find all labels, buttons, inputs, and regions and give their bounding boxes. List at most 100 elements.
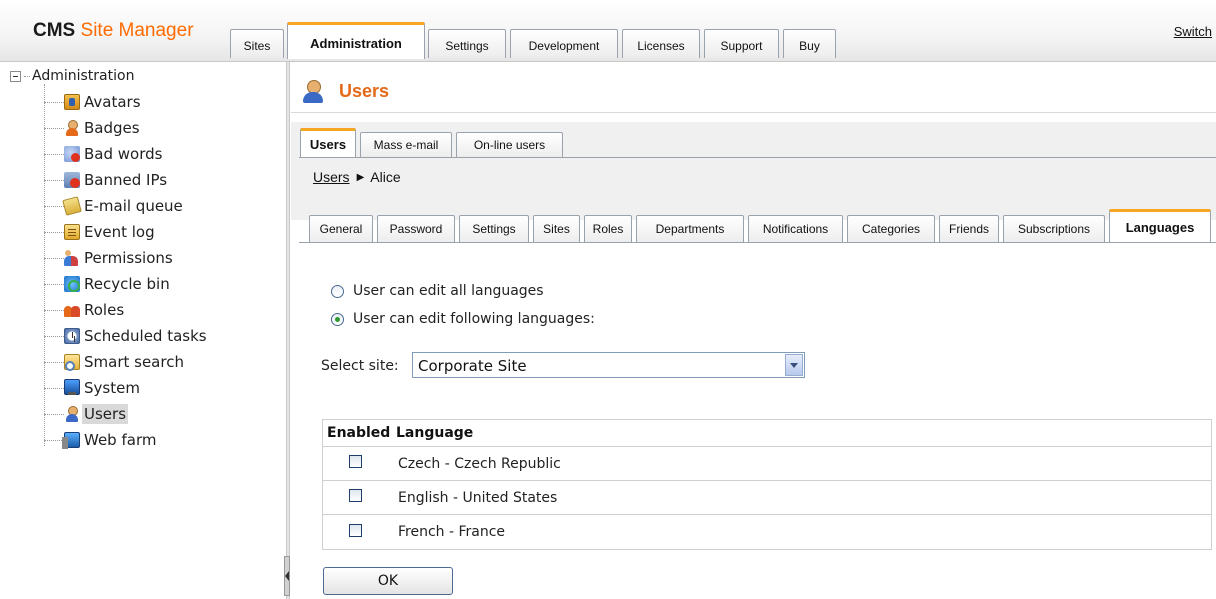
main-panel: Users Users Mass e-mail On-line users Us… xyxy=(291,62,1216,599)
tree-item-users[interactable]: Users xyxy=(44,402,129,426)
roles-icon xyxy=(64,302,80,318)
chevron-down-icon[interactable] xyxy=(785,354,803,376)
tab-categories[interactable]: Categories xyxy=(847,215,935,242)
admin-tree: Administration Avatars Badges Bad words … xyxy=(0,62,286,599)
tree-item-label: Avatars xyxy=(84,93,141,111)
language-name: Czech - Czech Republic xyxy=(398,455,561,472)
divider xyxy=(291,112,1216,113)
tree-item-label: Recycle bin xyxy=(84,275,170,293)
tab-departments[interactable]: Departments xyxy=(636,215,744,242)
top-tab-settings[interactable]: Settings xyxy=(428,29,506,58)
radio-button[interactable] xyxy=(331,284,344,298)
top-tab-support[interactable]: Support xyxy=(704,29,779,58)
tree-item-label: Bad words xyxy=(84,145,163,163)
avatars-icon xyxy=(64,94,80,110)
users-icon xyxy=(301,79,325,103)
logo-cms: CMS xyxy=(33,20,76,41)
tree-item-label: Permissions xyxy=(84,249,173,267)
tree-item-label: E-mail queue xyxy=(84,197,183,215)
tree-item-banned-ips[interactable]: Banned IPs xyxy=(44,168,169,192)
table-row: English - United States xyxy=(323,481,1211,515)
tree-item-permissions[interactable]: Permissions xyxy=(44,246,175,270)
tab-settings[interactable]: Settings xyxy=(459,215,529,242)
collapse-icon[interactable] xyxy=(10,70,21,82)
tree-root-label: Administration xyxy=(32,68,135,84)
tree-item-recycle-bin[interactable]: Recycle bin xyxy=(44,272,172,296)
tree-item-scheduled-tasks[interactable]: Scheduled tasks xyxy=(44,324,209,348)
enabled-checkbox[interactable] xyxy=(349,455,362,468)
language-name: French - France xyxy=(398,524,506,540)
tree-item-label: Roles xyxy=(84,301,125,319)
tree-item-web-farm[interactable]: Web farm xyxy=(44,428,158,452)
ok-button[interactable]: OK xyxy=(323,567,453,595)
table-row: Czech - Czech Republic xyxy=(323,447,1211,481)
tree-item-roles[interactable]: Roles xyxy=(44,298,126,322)
tree-item-event-log[interactable]: Event log xyxy=(44,220,157,244)
tree-item-system[interactable]: System xyxy=(44,376,142,400)
languages-table: Enabled Language Czech - Czech Republic … xyxy=(322,419,1212,550)
language-name: English - United States xyxy=(398,489,558,506)
tree-item-avatars[interactable]: Avatars xyxy=(44,90,143,114)
top-tab-sites[interactable]: Sites xyxy=(230,29,284,58)
top-tab-buy[interactable]: Buy xyxy=(783,29,836,58)
logo-site-manager: Site Manager xyxy=(80,20,194,41)
collapse-panel-handle[interactable] xyxy=(284,556,290,596)
breadcrumb-separator-icon: ▶ xyxy=(356,171,365,183)
event-log-icon xyxy=(64,224,80,240)
panel-splitter[interactable] xyxy=(286,62,290,599)
bad-words-icon xyxy=(64,146,80,162)
tab-friends[interactable]: Friends xyxy=(939,215,999,242)
divider xyxy=(299,242,1216,243)
tree-root[interactable]: Administration xyxy=(10,68,134,84)
page-title: Users xyxy=(339,80,390,101)
radio-label: User can edit following languages: xyxy=(353,311,595,327)
table-row: French - France xyxy=(323,515,1211,549)
top-header: CMS Site Manager Sites Administration Se… xyxy=(0,0,1216,62)
tree-item-email-queue[interactable]: E-mail queue xyxy=(44,194,185,218)
web-farm-icon xyxy=(62,432,80,449)
radio-button-selected[interactable] xyxy=(331,312,344,326)
top-tab-administration[interactable]: Administration xyxy=(287,22,425,59)
breadcrumb: Users ▶ Alice xyxy=(313,169,401,185)
tab-online-users[interactable]: On-line users xyxy=(456,132,563,157)
scheduled-tasks-icon xyxy=(64,328,80,344)
tree-item-smart-search[interactable]: Smart search xyxy=(44,350,186,374)
radio-following-languages[interactable]: User can edit following languages: xyxy=(331,311,595,327)
top-tab-development[interactable]: Development xyxy=(510,29,618,58)
divider xyxy=(299,157,1216,158)
column-header-enabled: Enabled xyxy=(327,425,391,441)
tab-sites[interactable]: Sites xyxy=(533,215,580,242)
top-tab-licenses[interactable]: Licenses xyxy=(622,29,700,58)
banned-ips-icon xyxy=(64,172,80,188)
tab-subscriptions[interactable]: Subscriptions xyxy=(1003,215,1105,242)
table-header: Enabled Language xyxy=(323,420,1211,447)
enabled-checkbox[interactable] xyxy=(349,489,362,502)
select-site-label: Select site: xyxy=(321,358,399,374)
tree-item-label: Web farm xyxy=(84,431,157,449)
tree-item-badges[interactable]: Badges xyxy=(44,116,142,140)
recycle-bin-icon xyxy=(64,276,80,292)
tab-mass-email[interactable]: Mass e-mail xyxy=(360,132,452,157)
app-logo: CMS Site Manager xyxy=(33,20,194,42)
tree-item-bad-words[interactable]: Bad words xyxy=(44,142,164,166)
tab-languages[interactable]: Languages xyxy=(1109,209,1211,243)
tab-password[interactable]: Password xyxy=(377,215,455,242)
tab-users[interactable]: Users xyxy=(300,128,356,158)
radio-all-languages[interactable]: User can edit all languages xyxy=(331,283,544,299)
tab-roles[interactable]: Roles xyxy=(584,215,632,242)
tree-item-label: Banned IPs xyxy=(84,171,168,189)
breadcrumb-users-link[interactable]: Users xyxy=(313,169,350,185)
enabled-checkbox[interactable] xyxy=(349,523,362,537)
switch-link[interactable]: Switch xyxy=(1174,24,1212,39)
site-select[interactable]: Corporate Site xyxy=(412,352,805,378)
column-header-language: Language xyxy=(396,425,474,441)
tab-notifications[interactable]: Notifications xyxy=(748,215,843,242)
tree-item-label: Badges xyxy=(84,119,140,137)
page-header: Users xyxy=(301,76,389,106)
users-icon xyxy=(64,406,80,422)
tree-item-label: Event log xyxy=(84,223,155,241)
tree-item-label: Users xyxy=(82,404,129,424)
tree-item-label: Smart search xyxy=(84,353,184,371)
tree-item-label: System xyxy=(84,379,140,397)
tab-general[interactable]: General xyxy=(309,215,373,242)
